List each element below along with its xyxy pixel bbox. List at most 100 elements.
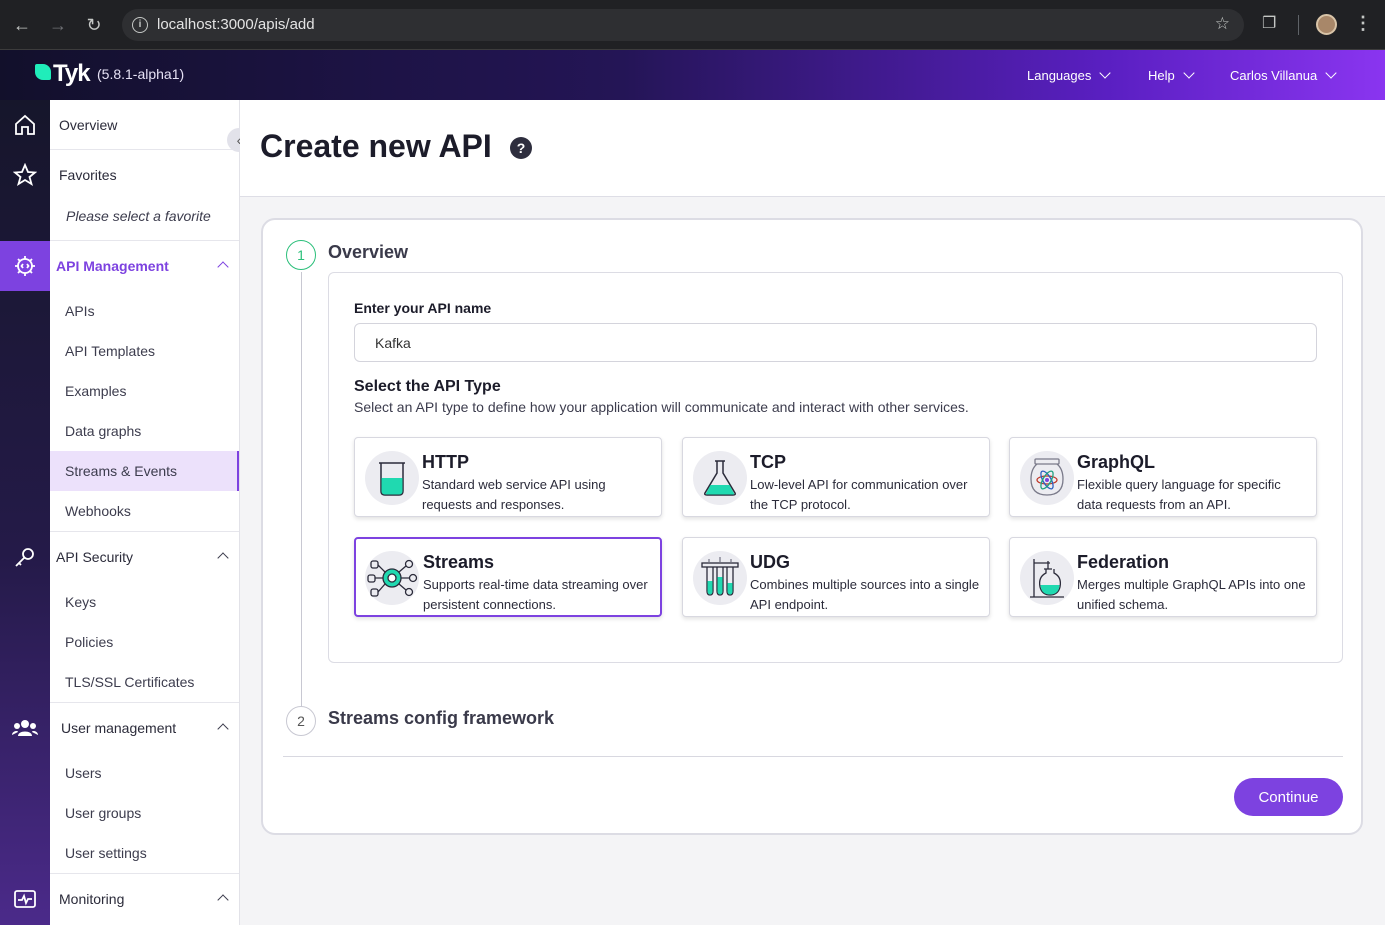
step-1-title: Overview	[328, 242, 409, 262]
chevron-up-icon	[217, 552, 229, 564]
section-label: User management	[61, 720, 177, 736]
api-name-label: Enter your API name	[354, 300, 492, 316]
step-connector-line	[301, 272, 302, 712]
footer-divider	[283, 756, 1343, 757]
sidebar-section-api-management[interactable]: API Management	[50, 241, 239, 291]
languages-menu[interactable]: Languages	[1027, 67, 1112, 83]
sidebar-item-apis[interactable]: APIs	[50, 291, 239, 331]
monitoring-icon[interactable]	[0, 874, 50, 924]
back-arrow-icon[interactable]: ←	[10, 13, 34, 37]
chevron-down-icon	[1183, 67, 1195, 79]
sidebar-item-favorites[interactable]: Favorites	[50, 150, 239, 200]
api-type-desc: Merges multiple GraphQL APIs into one un…	[1077, 577, 1306, 612]
star-icon[interactable]	[0, 150, 50, 200]
api-type-desc: Low-level API for communication over the…	[750, 477, 968, 512]
api-type-desc: Supports real-time data streaming over p…	[423, 577, 648, 612]
key-icon[interactable]	[0, 532, 50, 582]
api-type-card-graphql[interactable]: GraphQL Flexible query language for spec…	[1009, 437, 1317, 517]
sidebar-item-policies[interactable]: Policies	[50, 622, 239, 662]
api-name-input[interactable]	[354, 323, 1317, 362]
api-type-name: GraphQL	[1077, 452, 1156, 472]
flask-icon	[693, 451, 747, 505]
api-type-card-streams[interactable]: Streams Supports real-time data streamin…	[354, 537, 662, 617]
api-type-card-udg[interactable]: UDG Combines multiple sources into a sin…	[682, 537, 990, 617]
sidebar-section-api-security[interactable]: API Security	[50, 532, 239, 582]
help-menu[interactable]: Help	[1148, 67, 1195, 83]
api-type-desc: Standard web service API using requests …	[422, 477, 606, 512]
browser-menu-icon[interactable]: ⋮	[1354, 13, 1372, 34]
api-type-name: TCP	[750, 452, 786, 472]
sidebar-section-user-management[interactable]: User management	[50, 703, 239, 753]
api-type-name: UDG	[750, 552, 790, 572]
sidebar: Overview Favorites Please select a favor…	[50, 100, 240, 925]
users-icon[interactable]	[0, 703, 50, 753]
icon-rail	[0, 100, 50, 925]
toolbar-divider	[1298, 15, 1299, 35]
sidebar-section-monitoring[interactable]: Monitoring	[50, 874, 239, 924]
favorites-placeholder: Please select a favorite	[66, 208, 211, 224]
api-type-desc: Combines multiple sources into a single …	[750, 577, 980, 612]
help-icon[interactable]: ?	[510, 137, 532, 159]
api-type-title: Select the API Type	[354, 378, 501, 395]
logo-text: Tyk	[53, 60, 91, 87]
page-header: Create new API ?	[240, 100, 1385, 197]
chevron-up-icon	[217, 723, 229, 735]
api-type-card-http[interactable]: HTTP Standard web service API using requ…	[354, 437, 662, 517]
api-gear-icon[interactable]	[0, 241, 50, 291]
sidebar-item-keys[interactable]: Keys	[50, 582, 239, 622]
sidebar-item-webhooks[interactable]: Webhooks	[50, 491, 239, 531]
chevron-up-icon	[217, 261, 229, 273]
chevron-up-icon	[217, 894, 229, 906]
section-label: API Security	[56, 549, 134, 565]
extensions-icon[interactable]: ❐	[1262, 13, 1282, 35]
api-type-card-federation[interactable]: Federation Merges multiple GraphQL APIs …	[1009, 537, 1317, 617]
chevron-down-icon	[1325, 67, 1337, 79]
languages-label: Languages	[1027, 68, 1092, 83]
app-header: Tyk (5.8.1-alpha1) Languages Help Carlos…	[0, 50, 1385, 100]
site-info-icon[interactable]: i	[132, 17, 148, 33]
api-type-desc: Flexible query language for specific dat…	[1077, 477, 1281, 512]
sidebar-item-user-groups[interactable]: User groups	[50, 793, 239, 833]
lab-stand-icon	[1020, 551, 1074, 605]
api-type-name: HTTP	[422, 452, 469, 472]
forward-arrow-icon[interactable]: →	[46, 13, 70, 37]
section-label: Monitoring	[59, 891, 125, 907]
step-2-title: Streams config framework	[328, 708, 555, 728]
sidebar-item-data-graphs[interactable]: Data graphs	[50, 411, 239, 451]
sidebar-item-examples[interactable]: Examples	[50, 371, 239, 411]
continue-button[interactable]: Continue	[1234, 778, 1343, 816]
sidebar-item-streams-events[interactable]: Streams & Events	[50, 451, 239, 491]
home-icon[interactable]	[0, 100, 50, 150]
sidebar-item-user-settings[interactable]: User settings	[50, 833, 239, 873]
version-label: (5.8.1-alpha1)	[97, 66, 185, 82]
sidebar-item-api-templates[interactable]: API Templates	[50, 331, 239, 371]
test-tubes-icon	[693, 551, 747, 605]
atom-jar-icon	[1020, 451, 1074, 505]
page-title: Create new API	[260, 128, 492, 164]
beaker-icon	[365, 451, 419, 505]
help-label: Help	[1148, 68, 1175, 83]
main-content: Create new API ? 1 Overview Enter your A…	[240, 100, 1385, 925]
chevron-down-icon	[1099, 67, 1112, 79]
sidebar-item-overview[interactable]: Overview	[50, 100, 239, 150]
api-type-name: Streams	[423, 552, 495, 572]
profile-avatar[interactable]	[1316, 14, 1337, 35]
sidebar-item-tls-certificates[interactable]: TLS/SSL Certificates	[50, 662, 239, 702]
api-type-card-tcp[interactable]: TCP Low-level API for communication over…	[682, 437, 990, 517]
section-label: API Management	[56, 258, 169, 274]
user-menu[interactable]: Carlos Villanua	[1230, 67, 1337, 83]
bookmark-star-icon[interactable]: ☆	[1215, 14, 1230, 34]
streams-hub-icon	[365, 551, 419, 605]
tyk-logo-icon	[35, 64, 51, 80]
api-type-name: Federation	[1077, 552, 1170, 572]
api-type-description: Select an API type to define how your ap…	[354, 399, 969, 415]
user-name-label: Carlos Villanua	[1230, 68, 1318, 83]
reload-icon[interactable]: ↻	[82, 13, 106, 37]
browser-toolbar: ← → ↻ i localhost:3000/apis/add ☆ ❐ ⋮	[0, 0, 1385, 50]
overview-form: Enter your API name Select the API Type …	[328, 272, 1343, 663]
step-1-indicator: 1	[286, 240, 316, 270]
sidebar-item-users[interactable]: Users	[50, 753, 239, 793]
address-bar[interactable]: i localhost:3000/apis/add ☆	[122, 9, 1244, 41]
url-text[interactable]: localhost:3000/apis/add	[157, 16, 315, 33]
create-api-card: 1 Overview Enter your API name Select th…	[261, 218, 1363, 835]
